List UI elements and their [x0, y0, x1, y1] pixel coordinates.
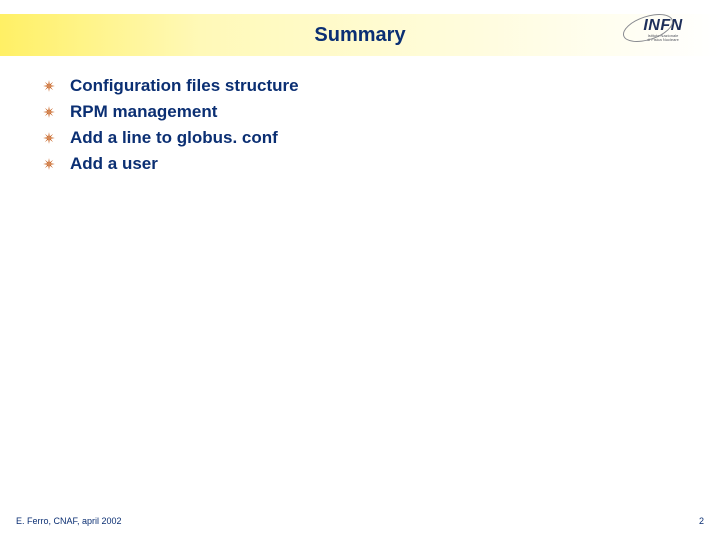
- list-item: Add a line to globus. conf: [42, 128, 299, 148]
- asterisk-icon: [42, 131, 56, 145]
- bullet-text: RPM management: [70, 102, 217, 122]
- bullet-text: Configuration files structure: [70, 76, 299, 96]
- list-item: RPM management: [42, 102, 299, 122]
- infn-logo: INFN Istituto Nazionale di Fisica Nuclea…: [628, 10, 698, 50]
- title-banner: Summary: [0, 14, 720, 56]
- footer-author: E. Ferro, CNAF, april 2002: [16, 516, 122, 526]
- bullet-text: Add a line to globus. conf: [70, 128, 278, 148]
- asterisk-icon: [42, 105, 56, 119]
- bullet-list: Configuration files structure RPM manage…: [42, 76, 299, 180]
- list-item: Configuration files structure: [42, 76, 299, 96]
- bullet-text: Add a user: [70, 154, 158, 174]
- asterisk-icon: [42, 79, 56, 93]
- list-item: Add a user: [42, 154, 299, 174]
- asterisk-icon: [42, 157, 56, 171]
- page-number: 2: [699, 516, 704, 526]
- slide-title: Summary: [314, 24, 405, 47]
